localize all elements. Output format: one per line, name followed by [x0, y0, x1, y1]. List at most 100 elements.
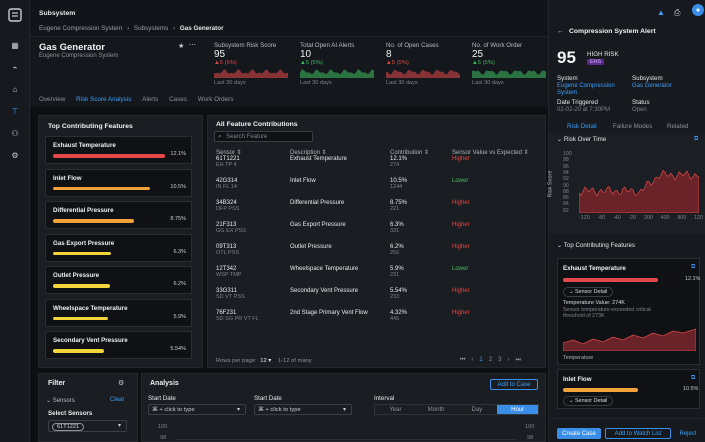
interval-hour[interactable]: Hour — [497, 405, 538, 414]
last-page-icon[interactable]: ⏭ — [515, 357, 520, 364]
sensor-detail-button[interactable]: ⌄ Sensor Detail — [563, 287, 614, 297]
column-header-contribution[interactable]: Contribution ⇕ — [390, 149, 452, 156]
tab-alerts[interactable]: Alerts — [142, 96, 158, 103]
table-row[interactable]: 33G311 SD VT PSS Secondary Vent Pressure … — [216, 288, 542, 310]
feature-card[interactable]: Inlet Flow 10.5% — [45, 168, 192, 197]
system-link[interactable]: Eugene Compression System — [557, 83, 629, 97]
feature-name: Secondary Vent Pressure — [53, 337, 128, 344]
interval-year[interactable]: Year — [375, 405, 416, 414]
feature-name: Gas Export Pressure — [53, 239, 115, 247]
table-row[interactable]: 61T1221 EH TP 4 Exhaust Temperature 12.1%… — [216, 156, 542, 178]
sensor-status: Higher — [452, 156, 470, 162]
page-link[interactable]: 1 — [479, 357, 482, 364]
add-to-watch-list-button[interactable]: Add to Watch List — [605, 428, 671, 439]
risk-over-time-toggle[interactable]: ⌄ Risk Over Time — [557, 136, 606, 143]
table-row[interactable]: 42G314 IN FL 14 Inlet Flow 10.5% 1244 Lowe… — [216, 178, 542, 200]
tab-risk-detail[interactable]: Risk Detail — [567, 123, 597, 130]
rows-per-page-select[interactable]: 12 ▾ — [260, 358, 271, 364]
interval-month[interactable]: Month — [416, 405, 457, 414]
feature-card[interactable]: Secondary Vent Pressure 5.54% — [45, 331, 192, 359]
kpi-label: Subsystem Risk Score — [214, 42, 277, 49]
print-icon[interactable]: ⎙ — [674, 8, 680, 18]
kpi-period: Last 30 days — [300, 80, 332, 86]
kpi-card[interactable]: Total Open AI Alerts 10 ▲5 (5%) Last 30 … — [300, 42, 378, 86]
start-date-input[interactable]: ⌘ + click to type ▾ — [148, 404, 246, 415]
status-value: Open — [632, 107, 647, 113]
page-link[interactable]: 2 — [489, 357, 492, 364]
page-link[interactable]: 3 — [498, 357, 501, 364]
reject-button[interactable]: Reject — [675, 428, 701, 439]
prev-page-icon[interactable]: ‹ — [471, 357, 473, 364]
feature-name: Exhaust Temperature — [53, 142, 116, 149]
tab-overview[interactable]: Overview — [39, 96, 65, 103]
interval-day[interactable]: Day — [457, 405, 498, 414]
y-tick: 90 — [563, 182, 569, 189]
kpi-period: Last 30 days — [386, 80, 418, 86]
settings-gear-icon[interactable]: ⚙ — [118, 379, 124, 387]
pulse-icon[interactable]: ⌁ — [0, 59, 30, 75]
date-triggered-value: 02-02-20 at 7:30PM — [557, 107, 611, 113]
feature-card[interactable]: Exhaust Temperature 12.1% — [45, 136, 192, 164]
column-header-sensor[interactable]: Sensor ⇕ — [216, 149, 290, 156]
sensor-status: Higher — [452, 222, 470, 228]
alert-risk-score: 95 — [557, 48, 576, 67]
add-to-case-button[interactable]: Add to Case — [490, 379, 538, 390]
kpi-label: No. of Work Order — [472, 42, 523, 49]
y-tick: 92 — [563, 176, 569, 183]
feature-card[interactable]: Gas Export Pressure 6.3% — [45, 233, 192, 262]
start-date-input-2[interactable]: ⌘ + click to type ▾ — [254, 404, 352, 415]
sensor-detail-button[interactable]: ⌄ Sensor Detail — [563, 396, 614, 406]
tab-cases[interactable]: Cases — [169, 96, 187, 103]
column-header-sensor-value[interactable]: Sensor Value vs Expected ⇕ — [452, 149, 542, 156]
table-row[interactable]: 12T342 WSP TMP Wheelspace Temperature 5.9… — [216, 266, 542, 288]
settings-gear-icon[interactable]: ⚙ — [0, 147, 30, 163]
table-row[interactable]: 34B324 DFP PSS Differential Pressure 8.75… — [216, 200, 542, 222]
warning-icon[interactable]: ▲ — [657, 8, 665, 17]
favorite-star-icon[interactable]: ★ — [178, 42, 184, 50]
sensor-tag: SD VT PSS — [216, 294, 245, 300]
breadcrumb-item[interactable]: Eugene Compression System — [39, 25, 122, 32]
table-row[interactable]: 21F313 GG EX PSS Gas Export Pressure 6.3%… — [216, 222, 542, 244]
column-header-description[interactable]: Description ⇕ — [290, 149, 390, 156]
table-row[interactable]: 09T313 OTL PSS Outlet Pressure 6.2% 256 Hi… — [216, 244, 542, 266]
subsystem-link[interactable]: Gas Generator — [632, 83, 672, 89]
table-row[interactable]: 76F231 SD SG PR VT FL 2nd Stage Primary V… — [216, 310, 542, 332]
kpi-card[interactable]: Subsystem Risk Score 95 ▲5 (5%) Last 30 … — [214, 42, 292, 86]
sensor-chip[interactable]: 61T1221 — [52, 423, 85, 431]
hierarchy-icon[interactable]: ⊤ — [0, 103, 30, 119]
feature-card[interactable]: Wheelspace Temperature 5.9% — [45, 298, 192, 327]
top-features-toggle[interactable]: ⌄ Top Contributing Features — [557, 242, 635, 249]
tab-work-orders[interactable]: Work Orders — [198, 96, 234, 103]
user-avatar[interactable]: ● — [692, 4, 704, 16]
clear-filter-button[interactable]: Clear — [110, 397, 124, 403]
create-case-button[interactable]: Create Case — [557, 428, 601, 439]
tab-risk-score-analysis[interactable]: Risk Score Analysis — [76, 96, 131, 103]
kpi-card[interactable]: No. of Work Order 25 ▲5 (5%) Last 30 day… — [472, 42, 550, 86]
home-icon[interactable]: ⌂ — [0, 81, 30, 97]
sensors-group-toggle[interactable]: ⌄ Sensors — [46, 397, 75, 404]
dashboard-grid-icon[interactable]: ▦ — [0, 37, 30, 53]
feature-pct: 10.5% — [170, 183, 186, 190]
expand-icon[interactable]: ⧉ — [691, 264, 695, 271]
next-page-icon[interactable]: › — [507, 357, 509, 364]
panel-title: Top Contributing Features — [48, 123, 133, 130]
back-arrow-icon[interactable]: ← — [557, 28, 564, 35]
app-logo-icon[interactable] — [0, 2, 30, 28]
search-input[interactable]: ⌕ Search Feature — [214, 131, 313, 142]
expand-icon[interactable]: ⧉ — [694, 136, 698, 143]
feature-card[interactable]: Outlet Pressure 6.2% — [45, 266, 192, 294]
feature-pct: 5.54% — [170, 346, 186, 352]
feature-card[interactable]: Differential Pressure 8.75% — [45, 201, 192, 229]
more-options-icon[interactable]: ⋯ — [189, 41, 196, 49]
first-page-icon[interactable]: ⏮ — [460, 357, 465, 364]
breadcrumb-item[interactable]: Subsystems — [134, 25, 168, 32]
people-icon[interactable]: ⚇ — [0, 125, 30, 141]
sensor-tag: DFP PSS — [216, 206, 240, 212]
tab-related[interactable]: Related — [667, 123, 688, 130]
sensor-select[interactable]: 61T1221 ▾ — [48, 420, 127, 432]
tab-failure-modes[interactable]: Failure Modes — [613, 123, 652, 130]
kpi-card[interactable]: No. of Open Cases 8 ▲5 (5%) Last 30 days — [386, 42, 464, 86]
interval-label: Interval — [374, 395, 395, 402]
expand-icon[interactable]: ⧉ — [691, 375, 695, 382]
risk-series-area — [579, 169, 699, 213]
